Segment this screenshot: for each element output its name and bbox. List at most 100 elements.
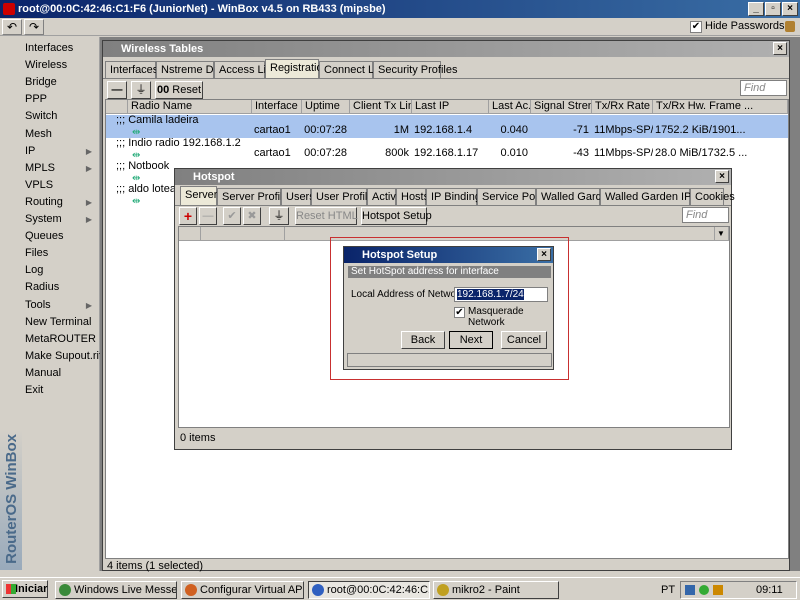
hotspot-tab-cookies[interactable]: Cookies bbox=[690, 188, 735, 205]
start-button[interactable]: Iniciar bbox=[2, 580, 48, 598]
table-header bbox=[179, 227, 201, 241]
wireless-close-button[interactable]: × bbox=[773, 42, 787, 55]
sidebar-item-label: Make Supout.rif bbox=[25, 349, 103, 362]
masquerade-checkbox[interactable]: ✔ bbox=[454, 307, 465, 318]
brand-text: RouterOS WinBox bbox=[3, 434, 20, 564]
minimize-button[interactable]: _ bbox=[748, 2, 764, 16]
hotspot-tab-active[interactable]: Active bbox=[367, 188, 402, 205]
local-address-label: Local Address of Network: bbox=[351, 289, 468, 300]
sidebar-item-wireless[interactable]: Wireless bbox=[0, 57, 98, 74]
local-address-input[interactable]: 192.168.1.7/24 bbox=[454, 287, 548, 302]
wireless-tab-access-list[interactable]: Access List bbox=[214, 61, 275, 78]
sidebar-item-mpls[interactable]: MPLS ▶ bbox=[0, 160, 98, 177]
column-header[interactable]: Interface bbox=[252, 100, 302, 114]
setup-close-button[interactable]: × bbox=[537, 248, 551, 261]
column-header[interactable]: Signal Strengt... bbox=[531, 100, 592, 114]
column-header[interactable]: Last IP bbox=[412, 100, 489, 114]
filter-button[interactable]: ⏚ bbox=[269, 207, 289, 225]
maximize-button[interactable]: ▫ bbox=[765, 2, 781, 16]
cell-last: 0.010 bbox=[500, 147, 528, 159]
sidebar-item-mesh[interactable]: Mesh bbox=[0, 126, 98, 143]
taskbar-item-2[interactable]: root@00:0C:42:46:C1:... bbox=[308, 581, 430, 599]
sidebar-item-files[interactable]: Files bbox=[0, 245, 98, 262]
sidebar-item-label: PPP bbox=[25, 93, 48, 106]
windows-logo-icon bbox=[6, 584, 16, 594]
sidebar-item-queues[interactable]: Queues bbox=[0, 228, 98, 245]
table-row[interactable]: ;;; Camila ladeira ⇹ cartao1 00:07:28 1M 192.… bbox=[106, 114, 788, 138]
sidebar-item-ip[interactable]: IP ▶ bbox=[0, 143, 98, 160]
column-header-blank bbox=[106, 100, 128, 114]
hotspot-setup-button[interactable]: Hotspot Setup bbox=[361, 207, 432, 225]
enable-button[interactable]: ✔ bbox=[223, 207, 241, 225]
setup-dialog-titlebar: Hotspot Setup × bbox=[344, 247, 553, 263]
sidebar-item-ppp[interactable]: PPP bbox=[0, 91, 98, 108]
task-app-icon bbox=[59, 584, 71, 596]
hotspot-window-titlebar: Hotspot × bbox=[175, 169, 731, 185]
sidebar-item-vpls[interactable]: VPLS bbox=[0, 177, 98, 194]
hotspot-find-input[interactable]: Find bbox=[682, 207, 729, 223]
chevron-right-icon: ▶ bbox=[85, 163, 92, 173]
sidebar-item-make-supout-rif[interactable]: Make Supout.rif bbox=[0, 348, 102, 365]
column-header[interactable]: Uptime bbox=[302, 100, 350, 114]
taskbar-item-3[interactable]: mikro2 - Paint bbox=[433, 581, 559, 599]
taskbar-item-1[interactable]: Configurar Virtual AP - P... bbox=[181, 581, 304, 599]
disable-button[interactable]: ✖ bbox=[243, 207, 261, 225]
sidebar-item-new-terminal[interactable]: New Terminal bbox=[0, 314, 98, 331]
hotspot-tab-ip-bindings[interactable]: IP Bindings bbox=[426, 188, 486, 205]
sidebar-item-system[interactable]: System ▶ bbox=[0, 211, 98, 228]
wireless-tab-nstreme-dual[interactable]: Nstreme Dual bbox=[156, 61, 228, 78]
column-header[interactable]: Last Ac... bbox=[489, 100, 531, 114]
remove-button[interactable]: — bbox=[107, 81, 127, 99]
wireless-find-input[interactable]: Find bbox=[740, 80, 787, 96]
reset-label: Reset bbox=[172, 84, 202, 96]
cell-signal: -71 bbox=[573, 124, 589, 136]
next-button[interactable]: Next bbox=[449, 331, 493, 349]
hotspot-tab-walled-garden[interactable]: Walled Garden bbox=[536, 188, 614, 205]
hotspot-tab-users[interactable]: Users bbox=[281, 188, 315, 205]
hotspot-tab-user-profiles[interactable]: User Profiles bbox=[311, 188, 379, 205]
column-header[interactable]: Radio Name bbox=[128, 100, 252, 114]
taskbar-item-0[interactable]: Windows Live Messenger bbox=[55, 581, 177, 599]
add-button[interactable]: + bbox=[179, 207, 197, 225]
column-dropdown[interactable]: ▼ bbox=[715, 227, 729, 241]
hotspot-tab-servers[interactable]: Servers bbox=[180, 186, 223, 205]
sidebar-item-manual[interactable]: Manual bbox=[0, 365, 98, 382]
filter-button[interactable]: ⏚ bbox=[131, 81, 151, 99]
tray-icon-1[interactable] bbox=[685, 585, 695, 595]
hotspot-tab-server-profiles[interactable]: Server Profiles bbox=[217, 188, 294, 205]
sidebar-item-routing[interactable]: Routing ▶ bbox=[0, 194, 98, 211]
hotspot-tab-hosts[interactable]: Hosts bbox=[396, 188, 429, 205]
sidebar-item-tools[interactable]: Tools ▶ bbox=[0, 297, 98, 314]
chevron-right-icon: ▶ bbox=[85, 146, 92, 156]
sidebar-item-log[interactable]: Log bbox=[0, 262, 98, 279]
cancel-button[interactable]: Cancel bbox=[501, 331, 547, 349]
redo-button[interactable]: ↷ bbox=[24, 19, 44, 35]
sidebar-item-switch[interactable]: Switch bbox=[0, 108, 98, 125]
reset-button[interactable]: 00 Reset bbox=[155, 81, 203, 99]
wireless-tab-interfaces[interactable]: Interfaces bbox=[105, 61, 158, 78]
undo-button[interactable]: ↶ bbox=[2, 19, 22, 35]
sidebar-item-metarouter[interactable]: MetaROUTER bbox=[0, 331, 98, 348]
sidebar-item-exit[interactable]: Exit bbox=[0, 382, 98, 399]
sidebar-item-radius[interactable]: Radius bbox=[0, 279, 98, 296]
hide-passwords-checkbox[interactable]: ✔ bbox=[690, 21, 702, 33]
column-header[interactable]: Tx/Rx Hw. Frame ... bbox=[653, 100, 788, 114]
wireless-tab-security-profiles[interactable]: Security Profiles bbox=[373, 61, 457, 78]
tray-icon-3[interactable] bbox=[713, 585, 723, 595]
hotspot-tab-walled-garden-ip-list[interactable]: Walled Garden IP List bbox=[600, 188, 711, 205]
sidebar-item-interfaces[interactable]: Interfaces bbox=[0, 40, 98, 57]
window-title: root@00:0C:42:46:C1:F6 (JuniorNet) - Win… bbox=[18, 3, 386, 15]
sidebar-item-bridge[interactable]: Bridge bbox=[0, 74, 98, 91]
reset-html-button[interactable]: Reset HTML bbox=[295, 207, 358, 225]
table-row[interactable]: ;;; Indio radio 192.168.1.2 ⇹ cartao1 00:07… bbox=[106, 137, 788, 161]
hotspot-close-button[interactable]: × bbox=[715, 170, 729, 183]
close-button[interactable]: × bbox=[782, 2, 798, 16]
column-header[interactable]: Tx/Rx Rate bbox=[592, 100, 653, 114]
tray-icon-2[interactable] bbox=[699, 585, 709, 595]
wireless-tab-connect-list[interactable]: Connect List bbox=[319, 61, 385, 78]
back-button[interactable]: Back bbox=[401, 331, 445, 349]
hotspot-tab-service-ports[interactable]: Service Ports bbox=[477, 188, 547, 205]
remove-button[interactable]: — bbox=[199, 207, 217, 225]
column-header[interactable]: Client Tx Limit bbox=[350, 100, 412, 114]
wireless-tab-registration[interactable]: Registration bbox=[265, 59, 329, 78]
